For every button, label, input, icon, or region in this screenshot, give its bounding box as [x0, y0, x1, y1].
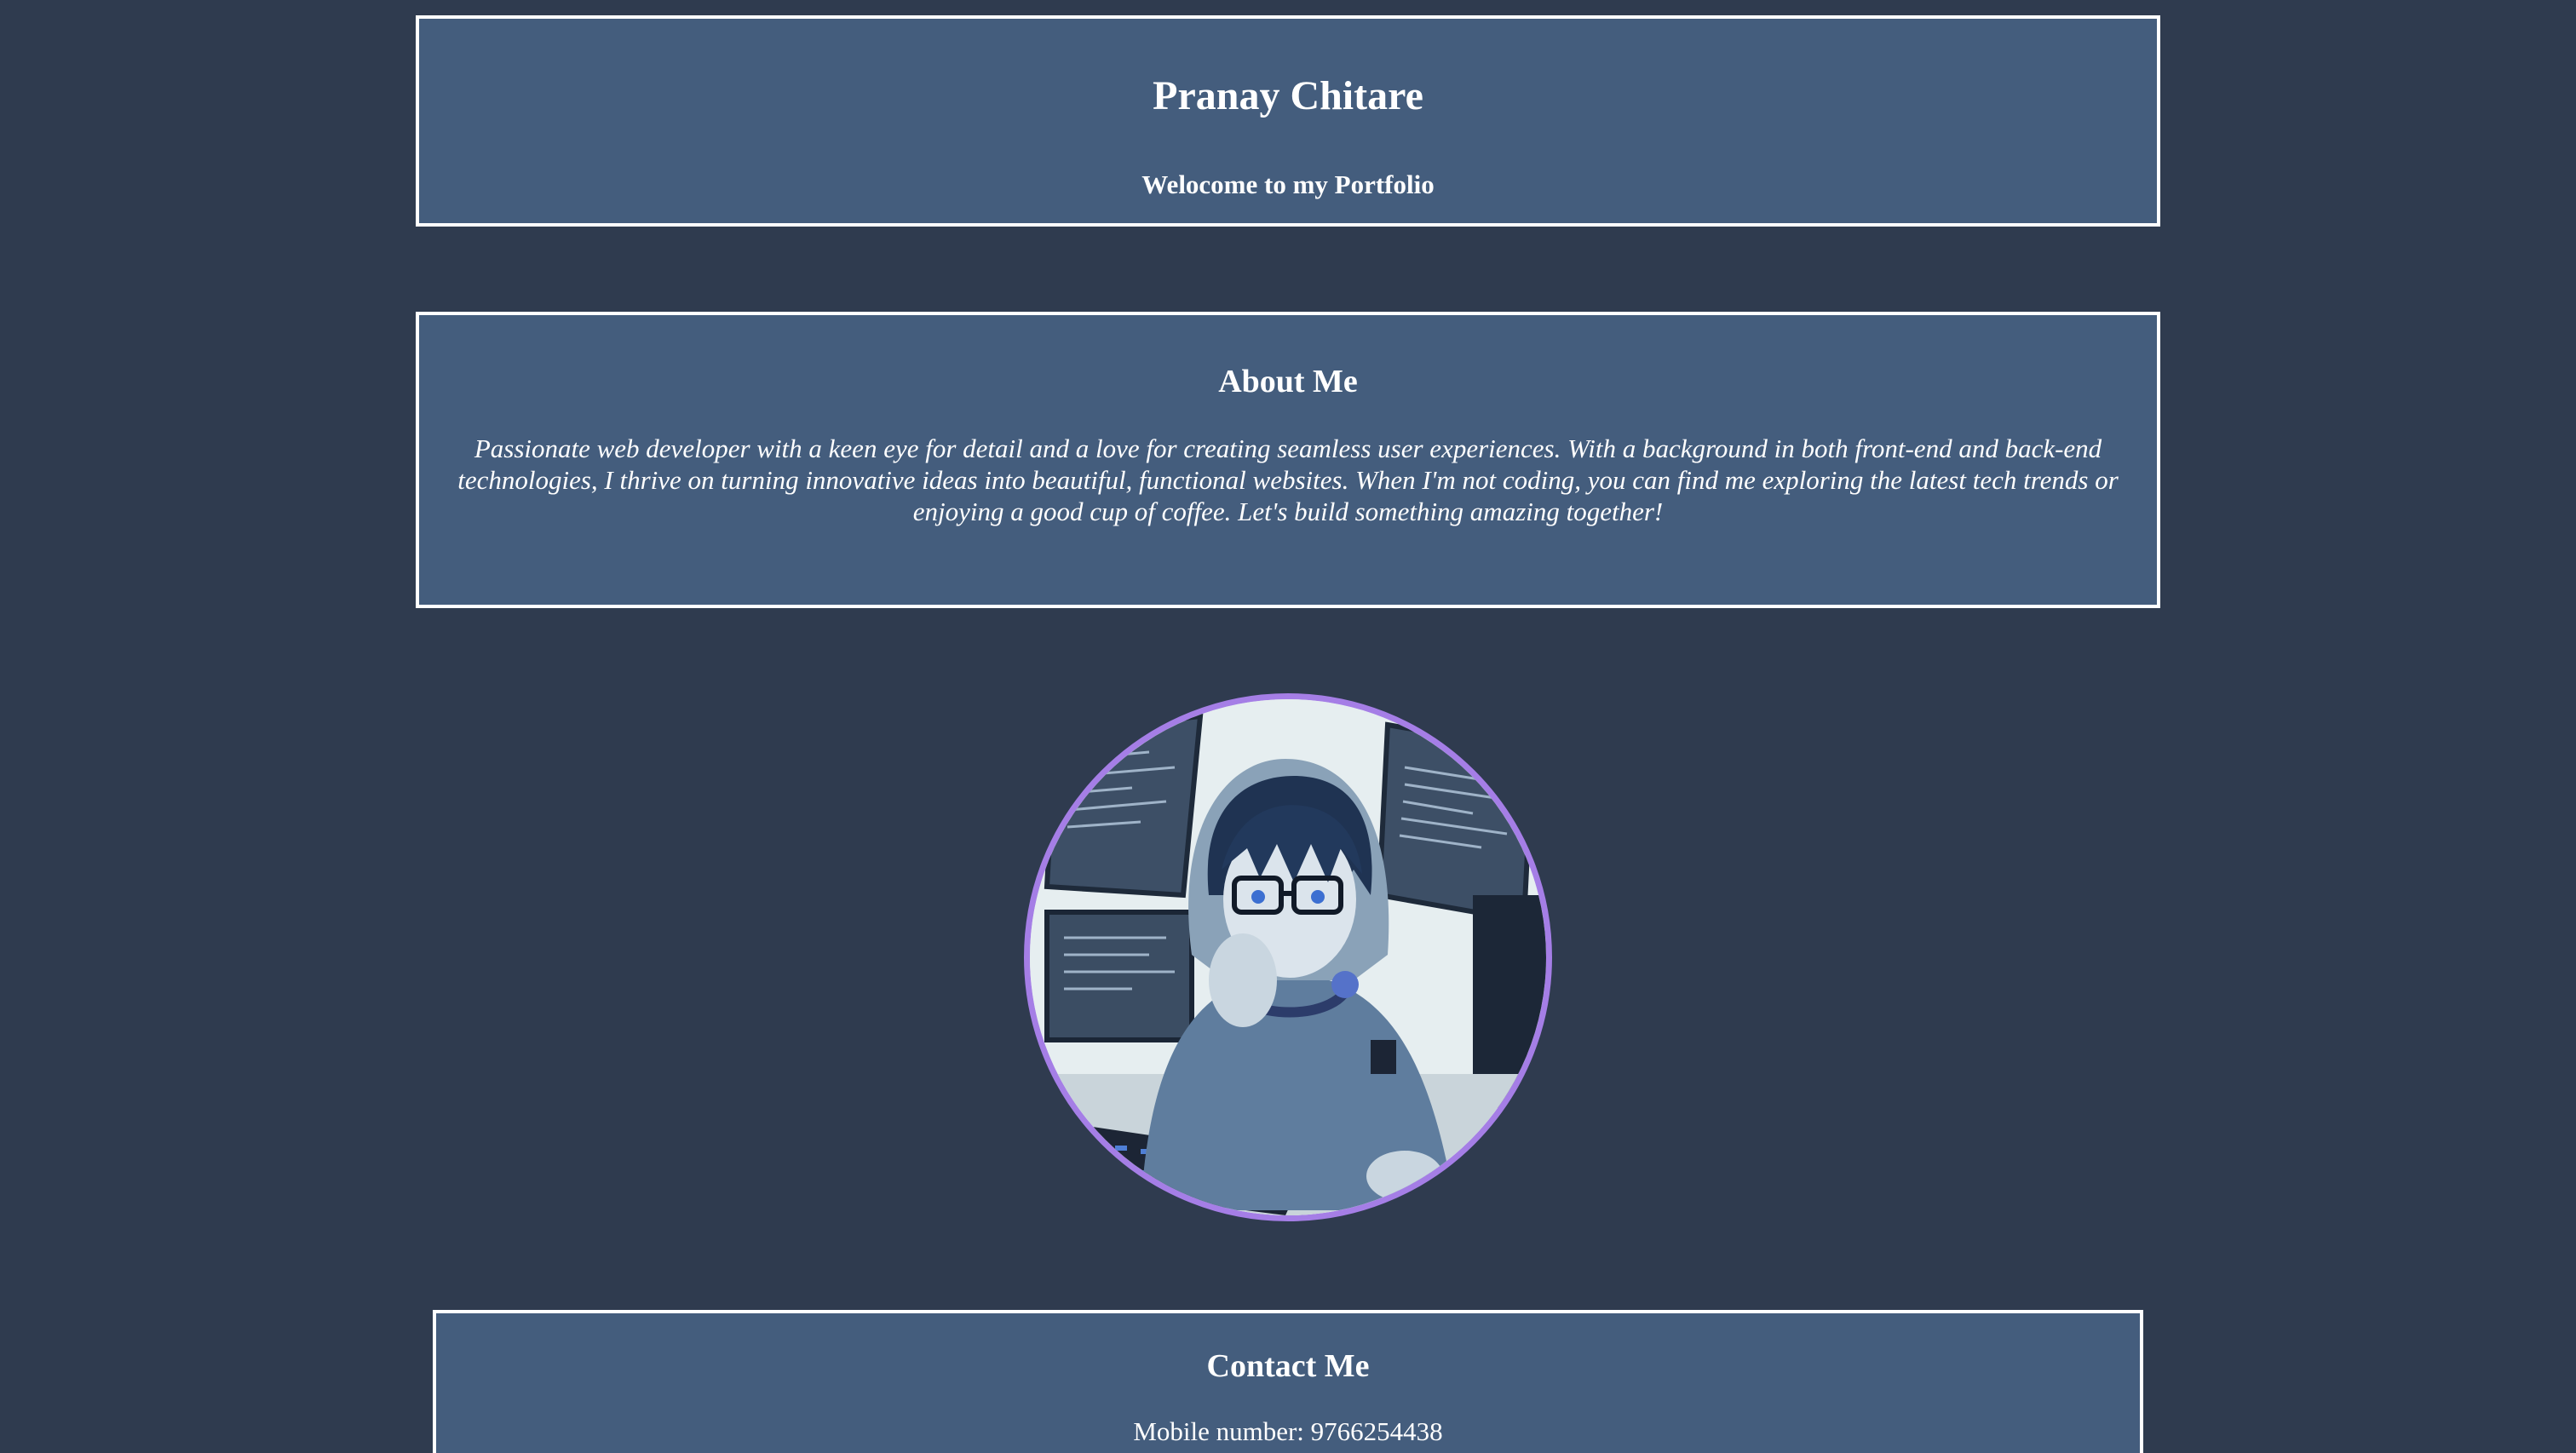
header-card: Pranay Chitare Welocome to my Portfolio: [416, 15, 2160, 227]
page-title: Pranay Chitare: [1153, 73, 1423, 118]
about-card: About Me Passionate web developer with a…: [416, 312, 2160, 608]
welcome-subtitle: Welocome to my Portfolio: [1141, 169, 1435, 199]
avatar-illustration: [1030, 699, 1546, 1215]
profile-avatar: [1024, 693, 1552, 1221]
about-text: Passionate web developer with a keen eye…: [457, 434, 2119, 526]
portfolio-page: Pranay Chitare Welocome to my Portfolio …: [0, 0, 2576, 1453]
contact-card: Contact Me Mobile number: 9766254438: [433, 1310, 2143, 1453]
mobile-number: Mobile number: 9766254438: [1133, 1416, 1443, 1446]
contact-heading: Contact Me: [1206, 1348, 1370, 1384]
about-heading: About Me: [1218, 364, 1358, 399]
